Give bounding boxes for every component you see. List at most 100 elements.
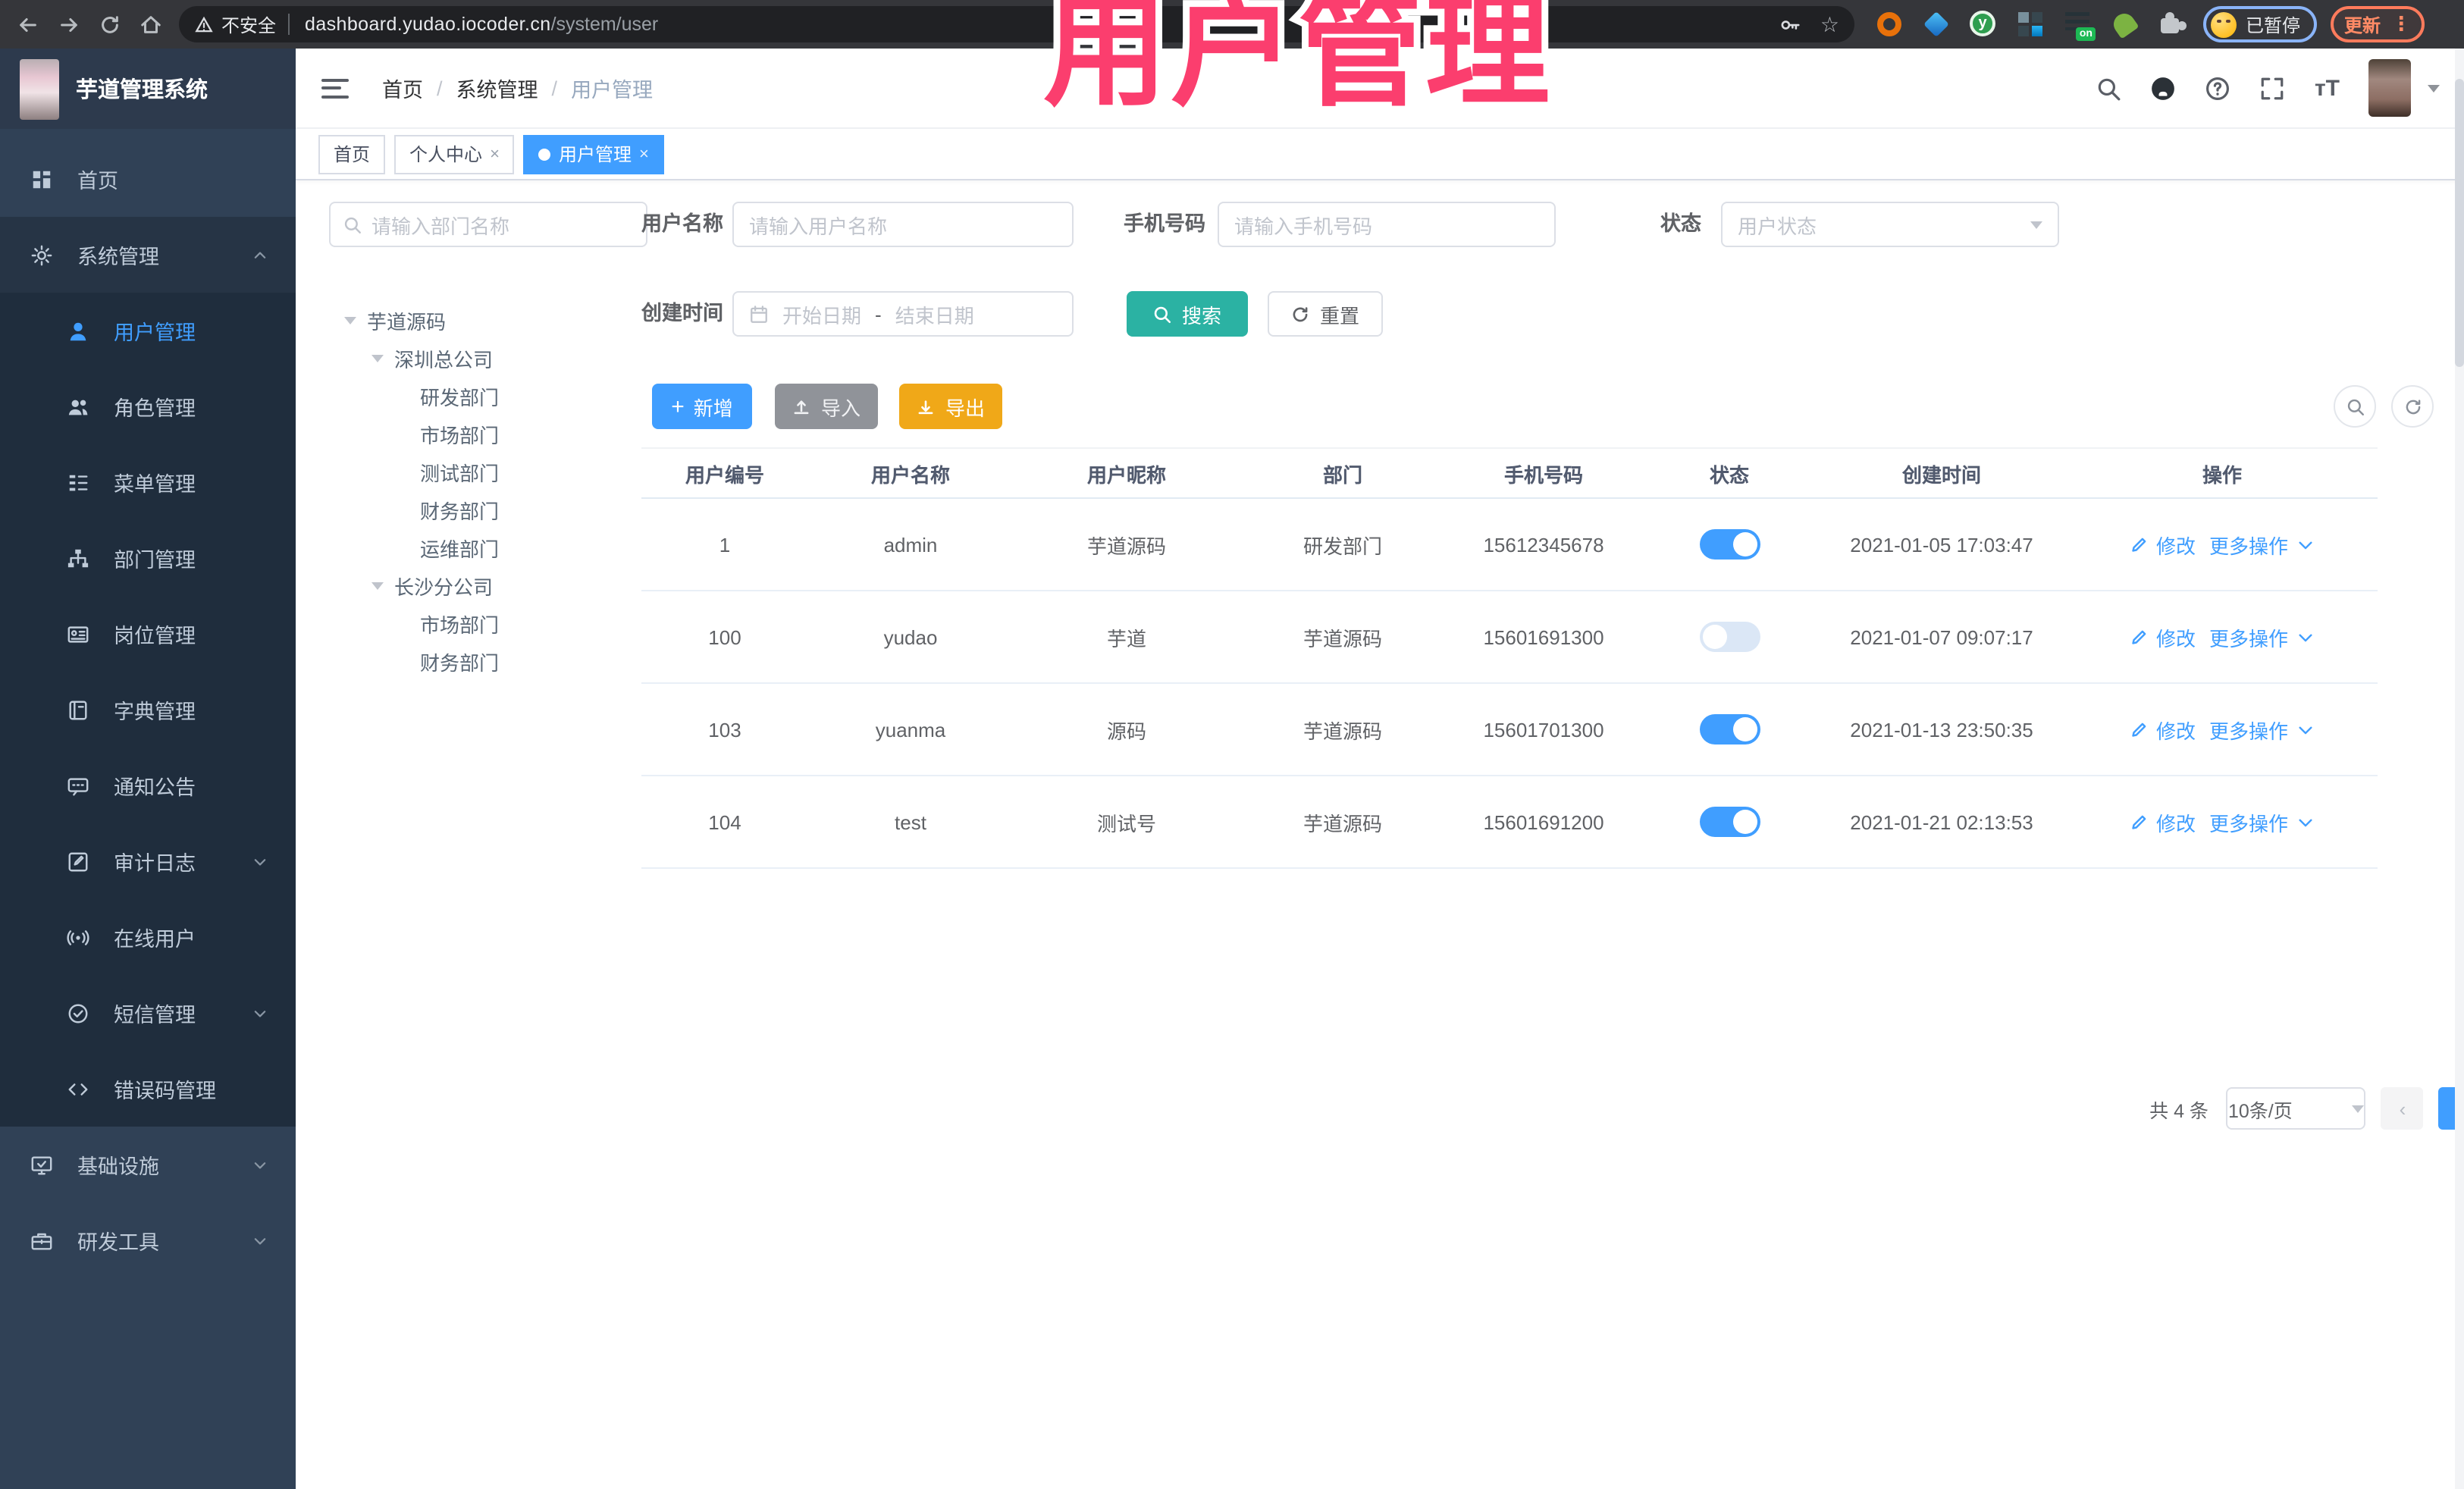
app-logo[interactable]: 芋道管理系统 — [0, 49, 296, 129]
search-button[interactable]: 搜索 — [1127, 291, 1248, 337]
tree-node[interactable]: 长沙分公司 — [329, 567, 655, 605]
edit-link[interactable]: 修改 — [2156, 715, 2196, 744]
tree-node[interactable]: 测试部门 — [329, 453, 655, 491]
extensions-puzzle-icon[interactable] — [2158, 11, 2187, 38]
tree-node[interactable]: 财务部门 — [329, 491, 655, 529]
add-button[interactable]: + 新增 — [652, 384, 752, 429]
edit-link[interactable]: 修改 — [2156, 622, 2196, 651]
refresh-table-button[interactable] — [2391, 385, 2434, 428]
extension-gem-icon[interactable] — [1923, 11, 1950, 38]
monitor-icon — [30, 1153, 55, 1176]
username-input[interactable]: 请输入用户名称 — [732, 202, 1074, 247]
bookmark-star-icon[interactable]: ☆ — [1820, 14, 1839, 35]
tree-node[interactable]: 市场部门 — [329, 605, 655, 643]
sidebar-item-notice[interactable]: 通知公告 — [0, 748, 296, 823]
chevron-down-icon — [2352, 1105, 2365, 1112]
close-icon[interactable]: × — [639, 145, 649, 163]
dept-search-input[interactable]: 请输入部门名称 — [329, 202, 647, 247]
caret-icon[interactable] — [371, 355, 384, 362]
sidebar-item-sms-mgmt[interactable]: 短信管理 — [0, 975, 296, 1051]
username-label: 用户名称 — [641, 212, 723, 235]
sidebar-item-audit-log[interactable]: 审计日志 — [0, 823, 296, 899]
back-icon[interactable] — [14, 11, 41, 38]
help-icon[interactable] — [2205, 75, 2231, 101]
sidebar-item-errorcode-mgmt[interactable]: 错误码管理 — [0, 1051, 296, 1127]
date-range-input[interactable]: 开始日期 - 结束日期 — [732, 291, 1074, 337]
import-button[interactable]: 导入 — [775, 384, 878, 429]
sidebar-item-user-mgmt[interactable]: 用户管理 — [0, 293, 296, 368]
sidebar-toggle-icon[interactable] — [321, 78, 349, 98]
more-actions-link[interactable]: 更多操作 — [2209, 807, 2288, 836]
close-icon[interactable]: × — [490, 145, 500, 163]
prev-page-button[interactable]: ‹ — [2381, 1087, 2424, 1130]
avatar-caret-icon[interactable] — [2428, 84, 2440, 92]
sidebar-item-menu-mgmt[interactable]: 菜单管理 — [0, 444, 296, 520]
created-label: 创建时间 — [641, 302, 723, 324]
edit-link[interactable]: 修改 — [2156, 530, 2196, 559]
reset-button[interactable]: 重置 — [1268, 291, 1383, 337]
home-icon[interactable] — [136, 11, 164, 38]
table-row: 103 yuanma 源码 芋道源码 15601701300 2021-01-1… — [641, 684, 2378, 776]
sidebar-item-dept-mgmt[interactable]: 部门管理 — [0, 520, 296, 596]
sidebar-item-home[interactable]: 首页 — [0, 141, 296, 217]
dept-tree-panel: 请输入部门名称 芋道源码 深圳总公司 研发部门 市场部门 测试部门 财务部门 运… — [329, 202, 655, 681]
tree-node[interactable]: 芋道源码 — [329, 302, 655, 340]
sidebar-item-dev-tools[interactable]: 研发工具 — [0, 1202, 296, 1278]
users-icon — [67, 395, 91, 418]
user-avatar[interactable] — [2368, 59, 2411, 117]
tree-node[interactable]: 运维部门 — [329, 529, 655, 567]
font-size-icon[interactable]: тT — [2315, 75, 2340, 101]
sidebar-item-role-mgmt[interactable]: 角色管理 — [0, 368, 296, 444]
status-toggle[interactable] — [1699, 529, 1760, 560]
password-key-icon[interactable] — [1779, 13, 1802, 36]
extension-donut-icon[interactable] — [1876, 11, 1903, 38]
breadcrumb-system[interactable]: 系统管理 — [456, 73, 538, 103]
extension-key-icon[interactable] — [2109, 9, 2140, 39]
sidebar-item-dict-mgmt[interactable]: 字典管理 — [0, 672, 296, 748]
toggle-search-button[interactable] — [2334, 385, 2376, 428]
url-host[interactable]: dashboard.yudao.iocoder.cn — [305, 14, 551, 35]
browser-update-button[interactable]: 更新 ⋮ — [2331, 6, 2425, 42]
breadcrumb-home[interactable]: 首页 — [382, 73, 423, 103]
tree-node[interactable]: 深圳总公司 — [329, 340, 655, 378]
address-bar[interactable]: 不安全 dashboard.yudao.iocoder.cn/system/us… — [179, 6, 1854, 42]
security-label[interactable]: 不安全 — [221, 11, 276, 37]
export-button[interactable]: 导出 — [899, 384, 1002, 429]
sidebar-item-system[interactable]: 系统管理 — [0, 217, 296, 293]
window-scrollbar[interactable] — [2455, 49, 2464, 1489]
tree-node[interactable]: 市场部门 — [329, 415, 655, 453]
status-toggle[interactable] — [1699, 807, 1760, 837]
chevron-down-icon — [252, 1005, 268, 1021]
status-select[interactable]: 用户状态 — [1721, 202, 2059, 247]
mobile-input[interactable]: 请输入手机号码 — [1218, 202, 1556, 247]
more-actions-link[interactable]: 更多操作 — [2209, 530, 2288, 559]
search-icon[interactable] — [2096, 75, 2122, 101]
tree-node[interactable]: 财务部门 — [329, 643, 655, 681]
tree-node[interactable]: 研发部门 — [329, 378, 655, 415]
edit-link[interactable]: 修改 — [2156, 807, 2196, 836]
reload-icon[interactable] — [96, 11, 123, 38]
extension-adblock-icon[interactable]: on — [2064, 11, 2096, 41]
extension-squares-icon[interactable] — [2017, 11, 2044, 38]
status-toggle[interactable] — [1699, 622, 1760, 652]
page-size-select[interactable]: 10条/页 — [2226, 1087, 2366, 1130]
download-icon — [919, 400, 934, 414]
browser-menu-icon[interactable]: ⋮ — [2391, 12, 2411, 36]
caret-icon[interactable] — [344, 317, 356, 324]
tab-home[interactable]: 首页 — [318, 134, 386, 174]
profile-paused-badge[interactable]: 已暂停 — [2203, 6, 2318, 42]
more-actions-link[interactable]: 更多操作 — [2209, 715, 2288, 744]
more-actions-link[interactable]: 更多操作 — [2209, 622, 2288, 651]
tab-user-mgmt[interactable]: 用户管理 × — [523, 134, 664, 174]
sidebar-item-post-mgmt[interactable]: 岗位管理 — [0, 596, 296, 672]
sidebar-item-infrastructure[interactable]: 基础设施 — [0, 1127, 296, 1202]
scrollbar-thumb[interactable] — [2455, 79, 2464, 367]
github-icon[interactable] — [2151, 75, 2177, 101]
extension-green-icon[interactable]: y — [1970, 11, 1997, 38]
caret-icon[interactable] — [371, 582, 384, 590]
fullscreen-icon[interactable] — [2260, 75, 2286, 101]
tab-profile[interactable]: 个人中心 × — [394, 134, 515, 174]
sidebar-item-online-users[interactable]: 在线用户 — [0, 899, 296, 975]
forward-icon[interactable] — [55, 11, 82, 38]
status-toggle[interactable] — [1699, 714, 1760, 744]
